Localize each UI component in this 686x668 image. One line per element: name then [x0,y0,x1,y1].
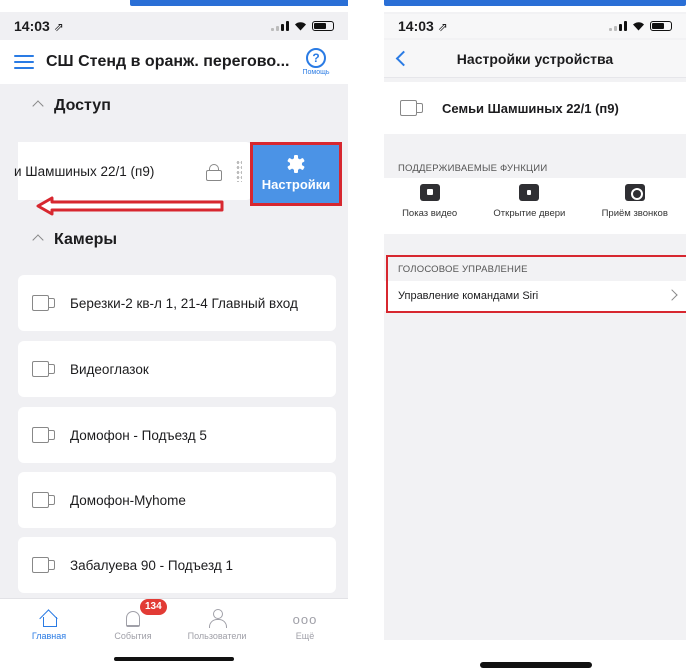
feature-video: Показ видео [402,184,457,234]
tab-more[interactable]: ooo Ещё [270,605,340,641]
tab-label: Главная [31,631,67,641]
page-title: Настройки устройства [456,50,614,67]
tab-bar: Главная 134 События Пользователи ooo Ещё [0,598,348,668]
settings-button-label: Настройки [261,177,331,192]
battery-icon [312,21,334,31]
page-title[interactable]: СШ Стенд в оранж. перегово... [46,53,298,71]
feature-label: Приём звонков [601,208,668,219]
nav-header: Настройки устройства [384,40,686,78]
right-screen: 14:03 ⇗ Настройки устройства Семьи Шамши… [384,0,686,668]
chevron-up-icon [32,234,44,246]
camera-icon [400,100,424,116]
more-icon: ooo [292,612,318,627]
signal-icon [271,21,289,31]
help-label: Помощь [302,69,330,76]
camera-icon [32,492,56,508]
menu-icon[interactable] [14,55,34,69]
status-time: 14:03 ⇗ [398,18,448,34]
section-title: Доступ [54,97,111,114]
video-icon [419,184,440,201]
phone-icon [624,184,645,201]
home-icon [40,609,58,627]
access-item[interactable]: и Шамшиных 22/1 (п9) [14,142,252,200]
signal-icon [609,21,627,31]
camera-label: Березки-2 кв-л 1, 21-4 Главный вход [70,295,298,311]
drag-handle-icon[interactable] [236,160,242,182]
bell-icon [126,611,140,627]
tab-home[interactable]: Главная [14,605,84,641]
features-list: Показ видео Открытие двери Приём звонков [384,178,686,234]
settings-button[interactable]: Настройки [250,142,342,206]
battery-icon [650,21,672,31]
camera-label: Забалуева 90 - Подъезд 1 [70,557,234,573]
gear-icon [287,155,305,173]
camera-item[interactable]: Домофон-Myhome [18,472,336,528]
home-indicator [480,662,592,668]
top-crop-strip [384,0,686,12]
feature-label: Показ видео [402,208,458,219]
camera-item[interactable]: Видеоглазок [18,341,336,397]
camera-icon [32,557,56,573]
wifi-icon [633,22,644,31]
camera-label: Видеоглазок [70,361,149,377]
lock-icon [206,164,222,181]
help-button[interactable]: ? Помощь [298,48,334,76]
camera-item[interactable]: Домофон - Подъезд 5 [18,407,336,463]
camera-icon [32,361,56,377]
tab-label: Ещё [295,631,315,641]
camera-label: Домофон - Подъезд 5 [70,427,207,443]
section-access[interactable]: Доступ [0,84,348,128]
camera-icon [32,295,56,311]
camera-label: Домофон-Myhome [70,492,186,508]
wifi-icon [295,22,306,31]
user-icon [209,609,227,628]
status-bar: 14:03 ⇗ [384,14,686,38]
tab-users[interactable]: Пользователи [182,605,252,641]
left-screen: 14:03 ⇗ СШ Стенд в оранж. перегово... ? … [0,0,348,668]
supported-features-caption: ПОДДЕРЖИВАЕМЫЕ ФУНКЦИИ [398,163,548,174]
device-name: Семьи Шамшиных 22/1 (п9) [442,100,619,116]
feature-door: Открытие двери [493,184,565,234]
help-icon: ? [306,48,326,68]
section-title: Камеры [54,231,118,248]
access-item-label: и Шамшиных 22/1 (п9) [14,163,155,179]
camera-icon [32,427,56,443]
home-indicator [114,657,234,661]
section-cameras[interactable]: Камеры [0,218,348,262]
status-bar: 14:03 ⇗ [0,14,348,38]
camera-item[interactable]: Забалуева 90 - Подъезд 1 [18,537,336,593]
device-row: Семьи Шамшиных 22/1 (п9) [384,82,686,134]
camera-item[interactable]: Березки-2 кв-л 1, 21-4 Главный вход [18,275,336,331]
feature-calls: Приём звонков [602,184,668,234]
tab-label: События [114,631,152,641]
status-time: 14:03 ⇗ [14,18,64,34]
notification-badge: 134 [140,599,167,615]
app-header: СШ Стенд в оранж. перегово... ? Помощь [0,40,348,84]
back-arrow-icon[interactable] [395,50,412,67]
tab-label: Пользователи [187,631,247,641]
top-crop-strip [0,0,348,12]
feature-label: Открытие двери [493,208,566,219]
swipe-arrow-annotation [36,196,224,216]
tab-events[interactable]: 134 События [98,599,168,641]
chevron-up-icon [32,100,44,112]
highlight-frame [386,255,686,313]
lock-icon [519,184,540,201]
